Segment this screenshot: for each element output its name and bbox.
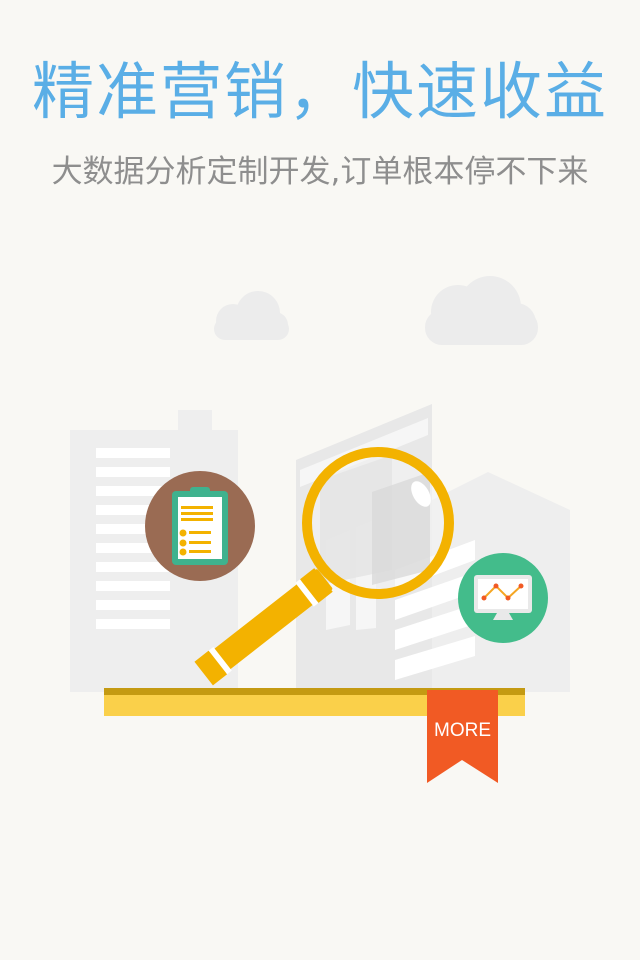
clipboard-icon [145, 471, 255, 581]
cloud-right-icon [425, 276, 538, 345]
more-button[interactable]: MORE [427, 716, 498, 746]
marketing-illustration [70, 276, 570, 783]
monitor-chart-icon [458, 553, 548, 643]
cloud-left-icon [214, 291, 289, 340]
